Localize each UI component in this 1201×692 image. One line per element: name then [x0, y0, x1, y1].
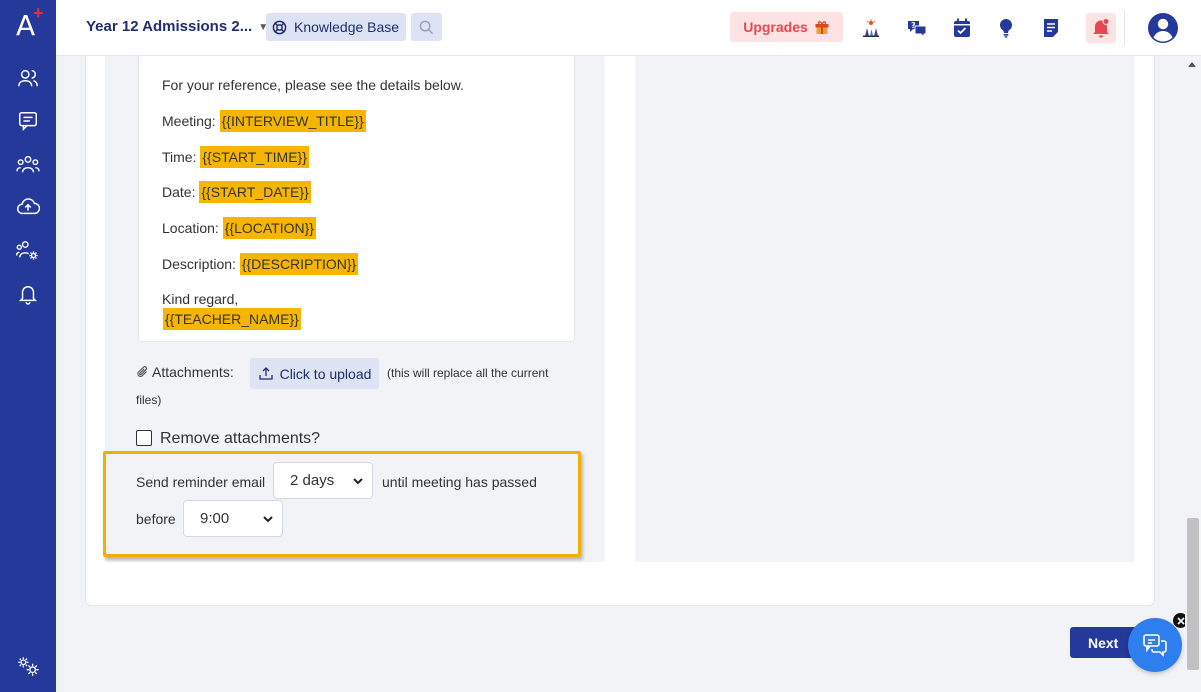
email-closing: Kind regard,: [162, 291, 239, 307]
user-settings-icon[interactable]: [14, 236, 42, 264]
workspace-selector[interactable]: Year 12 Admissions 2... ▼: [86, 18, 268, 35]
chevron-down-icon: [353, 478, 363, 485]
email-teacher-line: {{TEACHER_NAME}}: [163, 308, 301, 330]
app-logo[interactable]: A +: [0, 0, 56, 56]
teacher-tag: {{TEACHER_NAME}}: [163, 308, 301, 330]
scrollbar-thumb[interactable]: [1187, 518, 1199, 670]
time-label: Time:: [162, 149, 197, 165]
reminder-days-value: 2 days: [290, 472, 335, 489]
email-time-line: Time: {{START_TIME}}: [162, 146, 309, 168]
location-tag: {{LOCATION}}: [222, 217, 316, 239]
next-label: Next: [1088, 634, 1119, 651]
group-icon[interactable]: [14, 150, 42, 178]
upload-note-part2: files): [136, 393, 162, 407]
upgrades-button[interactable]: Upgrades: [730, 12, 843, 42]
notification-bell-button[interactable]: [1086, 13, 1116, 43]
notification-bell-icon: [1093, 18, 1110, 38]
upload-button[interactable]: Click to upload: [250, 358, 379, 389]
attachments-label-group: Attachments:: [136, 364, 234, 380]
location-label: Location:: [162, 220, 219, 236]
upload-icon: [258, 366, 273, 380]
lifebuoy-icon: [272, 20, 287, 34]
settings-icon[interactable]: [14, 652, 42, 680]
before-label: before: [136, 511, 176, 527]
celebration-icon[interactable]: [856, 13, 886, 43]
message-icon[interactable]: [14, 107, 42, 135]
upload-label: Click to upload: [279, 365, 372, 382]
chat-widget-button[interactable]: [1128, 618, 1182, 672]
bell-icon[interactable]: [14, 280, 42, 308]
reminder-days-select[interactable]: 2 days: [273, 462, 373, 499]
help-chat-icon[interactable]: ?: [902, 13, 932, 43]
close-icon: [1176, 616, 1185, 625]
knowledge-base-button[interactable]: Knowledge Base: [266, 13, 407, 41]
email-location-line: Location: {{LOCATION}}: [162, 217, 316, 239]
cloud-upload-icon[interactable]: [14, 193, 42, 221]
gift-icon: [815, 21, 829, 34]
remove-attachments-label[interactable]: Remove attachments?: [160, 430, 320, 448]
attachments-label: Attachments:: [152, 364, 234, 380]
upgrades-label: Upgrades: [743, 19, 808, 35]
users-icon[interactable]: [14, 64, 42, 92]
until-label: until meeting has passed: [382, 474, 537, 490]
meeting-label: Meeting:: [162, 113, 216, 129]
email-meeting-line: Meeting: {{INTERVIEW_TITLE}}: [162, 110, 366, 132]
remove-attachments-checkbox[interactable]: [136, 430, 152, 446]
reminder-time-value: 9:00: [200, 510, 230, 527]
calendar-check-icon[interactable]: [947, 13, 977, 43]
description-tag: {{DESCRIPTION}}: [239, 253, 359, 275]
upload-note-part1: (this will replace all the current: [387, 366, 549, 380]
notes-icon[interactable]: [1036, 13, 1066, 43]
preview-panel: [635, 56, 1134, 562]
email-date-line: Date: {{START_DATE}}: [162, 181, 311, 203]
workspace-title: Year 12 Admissions 2...: [86, 18, 253, 35]
svg-text:?: ?: [911, 21, 916, 30]
search-icon: [419, 20, 434, 34]
paperclip-icon: [137, 366, 147, 377]
chevron-down-icon: [263, 516, 273, 523]
scroll-up-arrow[interactable]: [1188, 62, 1196, 67]
meeting-tag: {{INTERVIEW_TITLE}}: [219, 110, 366, 132]
reminder-time-select[interactable]: 9:00: [183, 500, 283, 537]
chat-icon: [1143, 634, 1167, 657]
time-tag: {{START_TIME}}: [200, 146, 309, 168]
search-button[interactable]: [411, 13, 442, 41]
date-tag: {{START_DATE}}: [199, 181, 311, 203]
sidebar: A +: [0, 0, 56, 692]
topbar-divider: [1124, 10, 1125, 46]
knowledge-base-label: Knowledge Base: [294, 19, 400, 35]
email-reference-line: For your reference, please see the detai…: [162, 77, 464, 93]
send-reminder-label: Send reminder email: [136, 474, 266, 490]
logo-plus: +: [33, 3, 44, 23]
top-bar: Year 12 Admissions 2... ▼ Knowledge Base …: [56, 0, 1201, 56]
email-description-line: Description: {{DESCRIPTION}}: [162, 253, 359, 275]
user-avatar[interactable]: [1147, 12, 1179, 44]
date-label: Date:: [162, 184, 196, 200]
lightbulb-icon[interactable]: [991, 13, 1021, 43]
description-label: Description:: [162, 256, 236, 272]
